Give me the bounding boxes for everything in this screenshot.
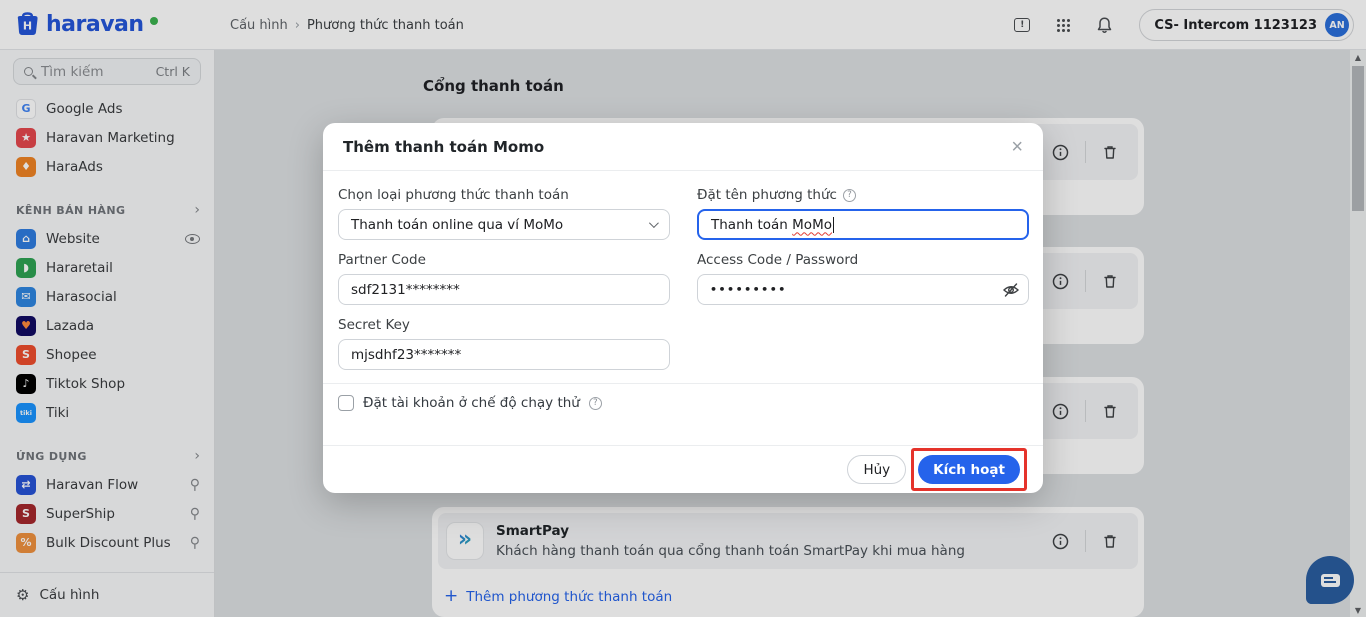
cancel-button[interactable]: Hủy: [847, 455, 906, 484]
chevron-down-icon: [649, 218, 659, 228]
test-mode-label: Đặt tài khoản ở chế độ chạy thử: [363, 395, 580, 411]
partner-code-input[interactable]: sdf2131********: [338, 274, 670, 305]
method-name-input[interactable]: Thanh toán MoMo: [697, 209, 1029, 240]
help-icon[interactable]: ?: [589, 397, 602, 410]
modal-header: Thêm thanh toán Momo ×: [323, 123, 1043, 171]
eye-off-icon[interactable]: [1000, 280, 1022, 300]
secret-key-input[interactable]: mjsdhf23*******: [338, 339, 670, 370]
add-momo-payment-modal: Thêm thanh toán Momo × Chọn loại phương …: [323, 123, 1043, 493]
help-icon[interactable]: ?: [843, 189, 856, 202]
access-code-label: Access Code / Password: [697, 252, 1029, 268]
activate-button[interactable]: Kích hoạt: [918, 455, 1020, 484]
annotation-highlight-box: Kích hoạt: [911, 448, 1027, 491]
secret-key-label: Secret Key: [338, 317, 670, 333]
misspelled-word: MoMo: [792, 217, 832, 233]
test-mode-checkbox[interactable]: [338, 395, 354, 411]
method-name-label: Đặt tên phương thức ?: [697, 187, 1029, 203]
partner-code-label: Partner Code: [338, 252, 670, 268]
payment-type-label: Chọn loại phương thức thanh toán: [338, 187, 670, 203]
access-code-input[interactable]: •••••••••: [697, 274, 1029, 305]
modal-title: Thêm thanh toán Momo: [343, 138, 1011, 156]
payment-type-select[interactable]: Thanh toán online qua ví MoMo: [338, 209, 670, 240]
divider: [323, 383, 1043, 384]
close-icon[interactable]: ×: [1011, 137, 1023, 157]
text-cursor: [833, 217, 835, 233]
modal-footer: Hủy Kích hoạt: [323, 445, 1043, 493]
